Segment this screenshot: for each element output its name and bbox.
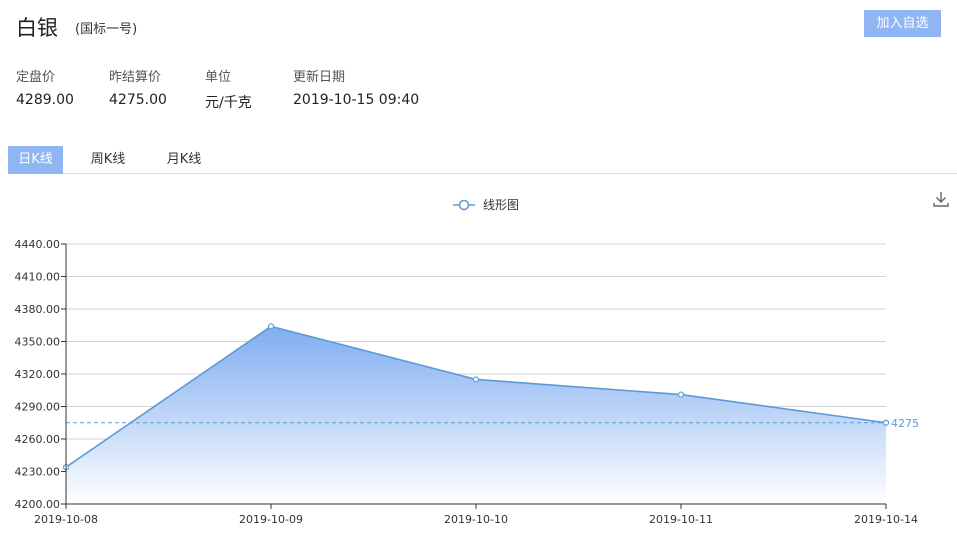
page-subtitle: (国标一号) — [75, 22, 138, 37]
stat-label: 定盘价 — [16, 70, 56, 85]
y-tick-label: 4260.00 — [15, 433, 61, 446]
x-tick-label: 2019-10-11 — [649, 513, 713, 526]
series-area — [66, 326, 886, 504]
y-tick-label: 4410.00 — [15, 271, 61, 284]
x-tick-label: 2019-10-08 — [34, 513, 98, 526]
stat-label: 单位 — [205, 70, 232, 85]
tab-monthly-kline[interactable]: 月K线 — [156, 146, 212, 174]
stat-update-date: 更新日期 2019-10-15 09:40 — [293, 66, 419, 108]
tab-weekly-kline[interactable]: 周K线 — [80, 146, 136, 174]
reference-line-label: 4275 — [891, 417, 919, 430]
stat-label: 昨结算价 — [109, 70, 162, 85]
stat-fixing-price: 定盘价 4289.00 — [16, 66, 74, 108]
stat-unit: 单位 元/千克 — [205, 66, 252, 112]
y-tick-label: 4350.00 — [15, 336, 61, 349]
y-tick-label: 4290.00 — [15, 401, 61, 414]
data-point — [677, 391, 685, 398]
kline-tabs: 日K线 周K线 月K线 — [8, 146, 957, 174]
y-tick-label: 4380.00 — [15, 303, 61, 316]
stat-label: 更新日期 — [293, 70, 346, 85]
x-tick-label: 2019-10-10 — [444, 513, 508, 526]
data-point — [267, 323, 275, 330]
legend-circle-icon — [458, 199, 470, 211]
y-tick-label: 4230.00 — [15, 466, 61, 479]
stat-value: 4289.00 — [16, 92, 74, 108]
data-point — [472, 376, 480, 383]
stat-value: 2019-10-15 09:40 — [293, 92, 420, 108]
page-title: 白银 — [16, 16, 58, 40]
stat-prev-settlement: 昨结算价 4275.00 — [109, 66, 167, 108]
stat-value: 4275.00 — [109, 92, 167, 108]
line-chart: 线形图 4275 4200.00 4230.00 4260.00 4290.00 432… — [15, 198, 920, 526]
chart-legend[interactable]: 线形图 — [453, 198, 519, 212]
add-to-watchlist-button[interactable]: 加入自选 — [864, 10, 941, 37]
x-tick-label: 2019-10-09 — [239, 513, 303, 526]
x-tick-label: 2019-10-14 — [854, 513, 918, 526]
y-tick-label: 4320.00 — [15, 368, 61, 381]
stat-value: 元/千克 — [205, 95, 252, 111]
legend-label: 线形图 — [483, 198, 519, 212]
data-point — [882, 419, 890, 426]
y-tick-label: 4200.00 — [15, 498, 61, 511]
y-tick-label: 4440.00 — [15, 238, 61, 251]
tab-daily-kline[interactable]: 日K线 — [8, 146, 63, 174]
